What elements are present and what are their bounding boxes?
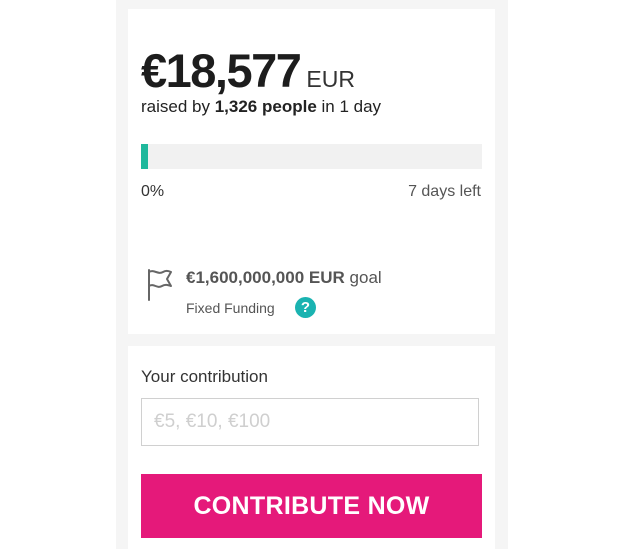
question-icon[interactable]: ?	[295, 297, 316, 318]
contribution-amount-input[interactable]	[141, 398, 479, 446]
time-left: 7 days left	[408, 183, 481, 200]
funding-summary-card: €18,577 EUR raised by 1,326 people in 1 d…	[128, 9, 495, 334]
funding-type: Fixed Funding	[186, 300, 275, 316]
funding-progress-bar	[141, 144, 482, 169]
raised-prefix: raised by	[141, 97, 210, 116]
progress-percent: 0%	[141, 183, 165, 200]
goal-amount: €1,600,000,000	[186, 268, 305, 287]
contribution-label: Your contribution	[141, 367, 268, 386]
raised-duration: in 1 day	[321, 97, 382, 116]
backer-count: 1,326 people	[214, 97, 317, 116]
contribution-card: Your contribution CONTRIBUTE NOW	[128, 346, 495, 556]
funding-goal: €1,600,000,000 EUR goal	[186, 268, 382, 288]
funding-progress-fill	[141, 144, 148, 169]
flag-icon	[148, 269, 172, 301]
goal-currency: EUR	[308, 268, 345, 287]
amount-raised-row: €18,577 EUR	[141, 43, 355, 98]
raised-summary: raised by 1,326 people in 1 day	[141, 97, 381, 117]
amount-currency: EUR	[306, 66, 355, 92]
contribute-now-button[interactable]: CONTRIBUTE NOW	[141, 474, 482, 538]
goal-label: goal	[349, 268, 382, 287]
amount-raised: €18,577	[141, 44, 302, 97]
